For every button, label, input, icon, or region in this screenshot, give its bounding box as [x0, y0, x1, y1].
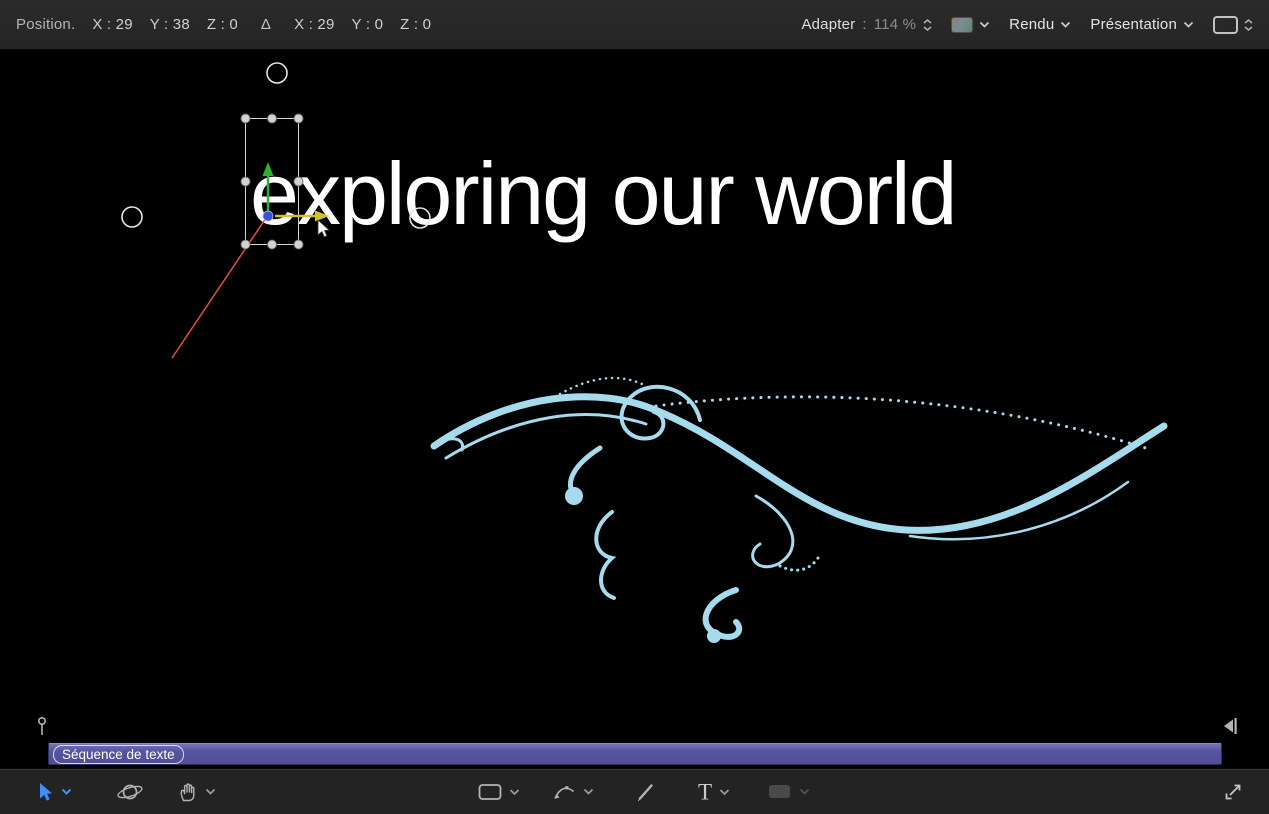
- view-layout-stepper[interactable]: [1244, 19, 1253, 31]
- chevron-down-icon: [979, 21, 990, 28]
- zoom-control[interactable]: Adapter : 114 %: [801, 16, 932, 33]
- mask-tool-disabled: [768, 784, 810, 800]
- position-y: Y : 38: [150, 16, 190, 33]
- text-tool-icon: T: [698, 780, 712, 803]
- stepper-up-icon: [1244, 19, 1253, 24]
- selection-rect[interactable]: [246, 119, 299, 245]
- selection-handle[interactable]: [294, 177, 303, 186]
- stepper-down-icon: [923, 26, 932, 31]
- view-layout-icon: [1213, 16, 1238, 34]
- zoom-stepper[interactable]: [923, 19, 932, 31]
- stepper-up-icon: [923, 19, 932, 24]
- chevron-down-icon[interactable]: [719, 788, 730, 795]
- mini-timeline[interactable]: Séquence de texte: [0, 740, 1269, 768]
- orbit-3d-tool[interactable]: [116, 781, 144, 803]
- channels-popup[interactable]: [951, 17, 990, 33]
- brush-stroke-icon: [636, 782, 656, 802]
- flourish-graphic[interactable]: [434, 378, 1164, 643]
- zoom-label: Adapter: [801, 16, 855, 33]
- chevron-down-icon: [1060, 21, 1071, 28]
- orbit-icon: [116, 781, 144, 803]
- render-menu-label: Rendu: [1009, 16, 1054, 33]
- text-tool[interactable]: T: [698, 780, 730, 803]
- selection-handle[interactable]: [241, 177, 250, 186]
- rectangle-shape-tool[interactable]: [478, 783, 520, 800]
- selection-handle[interactable]: [241, 114, 250, 123]
- mask-rect-icon: [768, 784, 792, 800]
- stepper-down-icon: [1244, 26, 1253, 31]
- track-point-circle[interactable]: [410, 208, 430, 228]
- tool-bar: T: [0, 768, 1269, 814]
- canvas-overlay: [0, 50, 1269, 712]
- chevron-down-icon: [799, 788, 810, 795]
- select-transform-tool[interactable]: [36, 782, 72, 802]
- expand-arrows-icon: [1223, 782, 1243, 802]
- bezier-pen-tool[interactable]: [552, 783, 594, 801]
- delta-y: Y : 0: [352, 16, 384, 33]
- chevron-down-icon[interactable]: [61, 788, 72, 795]
- rectangle-icon: [478, 783, 502, 800]
- timeline-ruler[interactable]: [0, 712, 1269, 740]
- zoom-colon: :: [862, 16, 866, 33]
- position-label: Position.: [16, 16, 75, 33]
- transform-axes[interactable]: [263, 162, 330, 222]
- fullscreen-expand-button[interactable]: [1223, 782, 1243, 802]
- track-point-circles[interactable]: [122, 63, 430, 228]
- select-arrow-icon: [36, 782, 54, 802]
- position-z: Z : 0: [207, 16, 238, 33]
- selection-handle[interactable]: [268, 240, 277, 249]
- sequence-bar[interactable]: Séquence de texte: [48, 743, 1222, 765]
- render-menu[interactable]: Rendu: [1009, 16, 1071, 33]
- chevron-down-icon[interactable]: [509, 788, 520, 795]
- selection-handle[interactable]: [241, 240, 250, 249]
- paint-stroke-tool[interactable]: [636, 782, 656, 802]
- delta-symbol: Δ: [261, 16, 271, 33]
- red-guide-line: [172, 218, 266, 358]
- play-range-start-pin-icon[interactable]: [35, 716, 49, 736]
- chevron-down-icon[interactable]: [583, 788, 594, 795]
- view-layout-control[interactable]: [1213, 16, 1253, 34]
- pen-curve-icon: [552, 783, 576, 801]
- axis-arrow-x-head[interactable]: [315, 211, 329, 222]
- delta-z: Z : 0: [400, 16, 431, 33]
- hand-icon: [178, 782, 198, 802]
- play-range-end-marker-icon[interactable]: [1224, 718, 1238, 734]
- zoom-value: 114 %: [874, 16, 916, 33]
- selection-handle[interactable]: [268, 114, 277, 123]
- presentation-menu[interactable]: Présentation: [1090, 16, 1194, 33]
- selection-handle[interactable]: [294, 240, 303, 249]
- track-point-circle[interactable]: [267, 63, 287, 83]
- selection-handle[interactable]: [294, 114, 303, 123]
- selection-bounding-box[interactable]: [241, 114, 303, 249]
- mouse-cursor: [318, 220, 329, 237]
- status-bar: Position. X : 29 Y : 38 Z : 0 Δ X : 29 Y…: [0, 0, 1269, 50]
- chevron-down-icon[interactable]: [205, 788, 216, 795]
- motion-canvas-window: Position. X : 29 Y : 38 Z : 0 Δ X : 29 Y…: [0, 0, 1269, 814]
- axis-arrow-y-head[interactable]: [263, 162, 274, 176]
- sequence-label: Séquence de texte: [53, 745, 184, 764]
- position-x: X : 29: [92, 16, 132, 33]
- delta-x: X : 29: [294, 16, 334, 33]
- track-point-circle[interactable]: [122, 207, 142, 227]
- position-readout: Position. X : 29 Y : 38 Z : 0 Δ X : 29 Y…: [16, 16, 431, 33]
- pan-hand-tool[interactable]: [178, 782, 216, 802]
- chevron-down-icon: [1183, 21, 1194, 28]
- color-well-icon: [951, 17, 973, 33]
- canvas[interactable]: exploring our world: [0, 50, 1269, 712]
- presentation-menu-label: Présentation: [1090, 16, 1177, 33]
- anchor-point[interactable]: [263, 211, 273, 221]
